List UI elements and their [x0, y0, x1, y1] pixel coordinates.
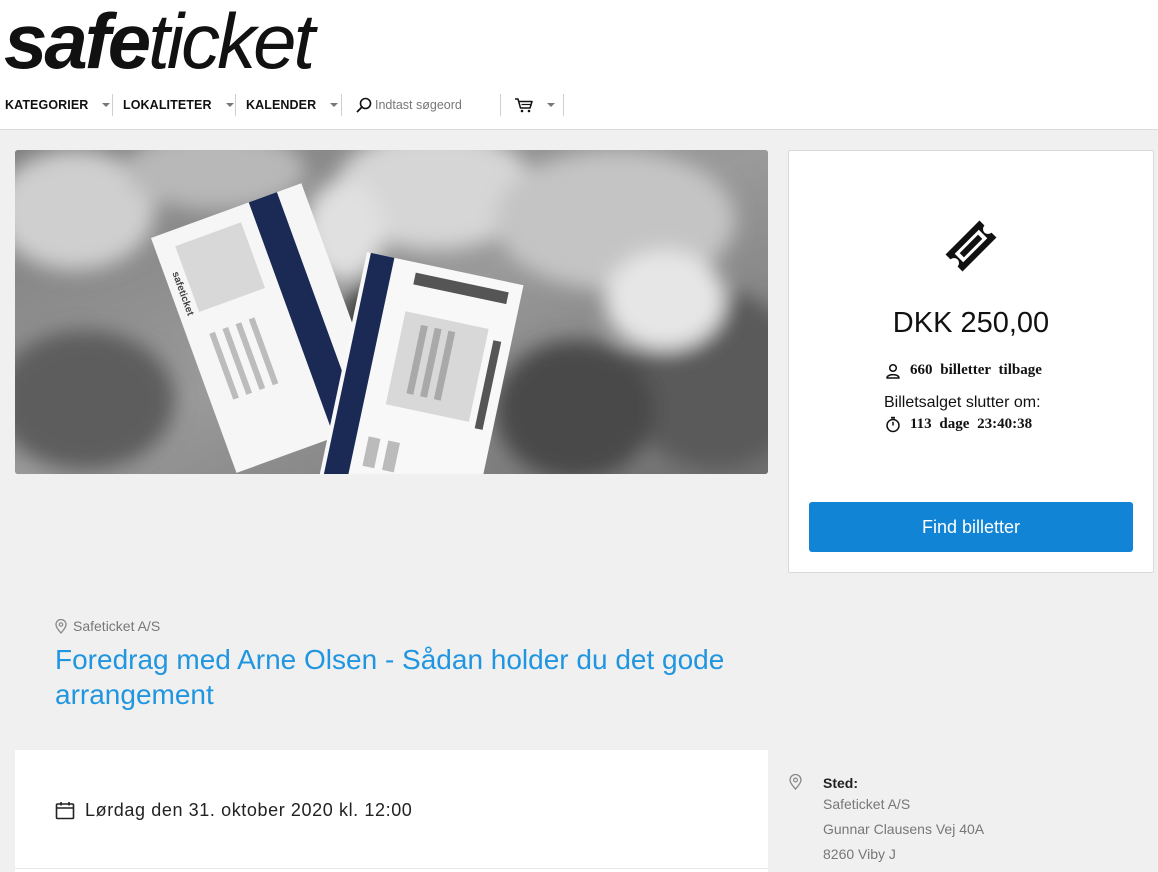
event-date-card: Lørdag den 31. oktober 2020 kl. 12:00	[15, 750, 768, 872]
venue-name: Safeticket A/S	[823, 796, 911, 812]
location-pin-icon	[789, 774, 802, 790]
safeticket-logo[interactable]: safe ticket	[4, 0, 315, 88]
person-icon	[886, 363, 900, 379]
logo-light-text: ticket	[148, 0, 315, 85]
venue-label: Sted:	[823, 775, 858, 791]
cart-icon	[515, 98, 533, 113]
ticket-icon	[945, 220, 997, 272]
event-date-text: Lørdag den 31. oktober 2020 kl. 12:00	[85, 800, 413, 820]
countdown-text: 113 dage 23:40:38	[910, 416, 1033, 432]
venue-street: Gunnar Clausens Vej 40A	[823, 821, 985, 837]
nav-calendar-dropdown[interactable]: KALENDER	[236, 94, 342, 116]
search-icon	[356, 97, 372, 113]
card-divider	[15, 868, 768, 869]
main-nav: KATEGORIER LOKALITETER KALENDER	[0, 92, 564, 118]
tickets-remaining: 660 billetter tilbage	[885, 362, 1042, 379]
stopwatch-icon	[886, 416, 900, 433]
event-hero-image: safeticket	[15, 150, 768, 474]
calendar-icon	[55, 802, 75, 820]
caret-down-icon	[547, 103, 555, 107]
purchase-panel: DKK 250,00 660 billetter tilbage Billets…	[788, 150, 1154, 573]
sale-ends-label: Billetsalget slutter om:	[884, 394, 1041, 411]
ticket-price: DKK 250,00	[892, 307, 1050, 339]
tickets-remaining-text: 660 billetter tilbage	[910, 362, 1042, 378]
event-date: Lørdag den 31. oktober 2020 kl. 12:00	[55, 800, 412, 821]
nav-venues-dropdown[interactable]: LOKALITETER	[113, 94, 236, 116]
logo-bold-text: safe	[4, 0, 151, 85]
caret-down-icon	[225, 103, 234, 107]
nav-categories-label: KATEGORIER	[5, 98, 89, 112]
venue-lines: Sted: Safeticket A/S Gunnar Clausens Vej…	[823, 774, 1083, 867]
cart-dropdown[interactable]	[501, 94, 564, 116]
event-title: Foredrag med Arne Olsen - Sådan holder d…	[55, 644, 725, 710]
nav-categories-dropdown[interactable]: KATEGORIER	[0, 94, 113, 116]
location-pin-icon	[55, 618, 67, 634]
organizer-name: Safeticket A/S	[73, 618, 161, 634]
venue-city: 8260 Viby J	[823, 846, 896, 862]
search-box	[342, 94, 501, 116]
caret-down-icon	[330, 103, 339, 107]
find-tickets-button[interactable]: Find billetter	[809, 502, 1133, 552]
sale-countdown: 113 dage 23:40:38	[885, 416, 1032, 433]
nav-calendar-label: KALENDER	[246, 98, 317, 112]
search-input[interactable]	[375, 98, 495, 112]
event-organizer: Safeticket A/S	[55, 618, 160, 634]
site-header: safe ticket KATEGORIER LOKALITETER KALEND…	[0, 0, 1158, 130]
caret-down-icon	[102, 103, 111, 107]
nav-venues-label: LOKALITETER	[123, 98, 212, 112]
